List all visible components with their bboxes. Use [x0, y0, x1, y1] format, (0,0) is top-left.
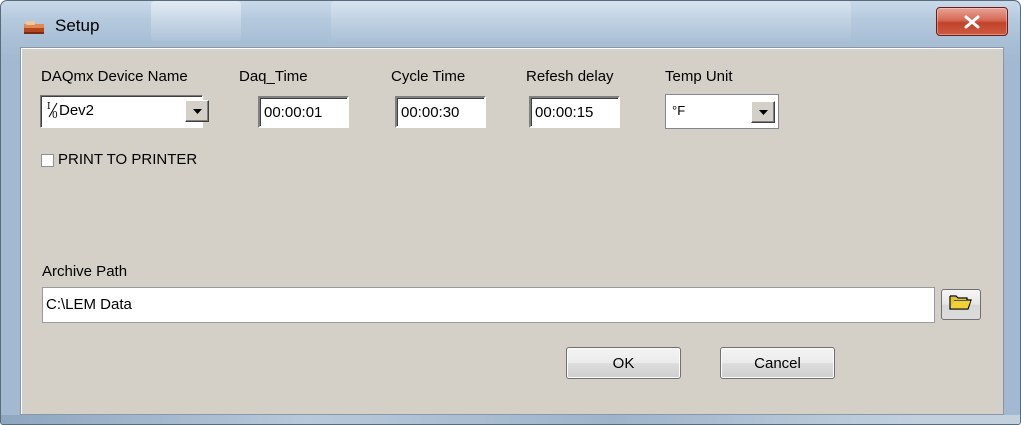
device-name-select[interactable]: I 0 Dev2	[40, 95, 209, 128]
print-to-printer-label[interactable]: PRINT TO PRINTER	[58, 151, 197, 168]
refresh-delay-input[interactable]: 00:00:15	[529, 96, 620, 128]
window-title: Setup	[55, 16, 100, 35]
temp-unit-dropdown-button[interactable]	[751, 101, 775, 123]
svg-text:0: 0	[52, 111, 58, 120]
archive-path-label: Archive Path	[42, 263, 128, 280]
daq-time-label: Daq_Time	[239, 68, 308, 85]
folder-open-icon	[949, 293, 973, 316]
daq-time-value: 00:00:01	[264, 104, 323, 121]
archive-path-value: C:\LEM Data	[46, 296, 132, 313]
cycle-time-label: Cycle Time	[391, 68, 466, 85]
cancel-button[interactable]: Cancel	[720, 347, 835, 379]
close-button[interactable]	[936, 7, 1008, 36]
device-name-label: DAQmx Device Name	[41, 68, 188, 85]
cycle-time-value: 00:00:30	[401, 104, 460, 121]
close-x-icon	[963, 15, 981, 29]
temp-unit-value: °F	[672, 103, 686, 118]
frame-bottom-edge	[1, 415, 1020, 424]
print-to-printer-checkbox[interactable]	[41, 154, 54, 167]
dialog-client-area: DAQmx Device Name I 0 Dev2 Daq_Time 00:0…	[20, 47, 1004, 415]
browse-folder-button[interactable]	[941, 289, 981, 320]
refresh-delay-label: Refesh delay	[526, 68, 614, 85]
ok-button[interactable]: OK	[566, 347, 681, 379]
daq-time-input[interactable]: 00:00:01	[258, 96, 349, 128]
device-name-value: Dev2	[59, 102, 95, 119]
io-channel-icon: I 0	[46, 100, 60, 122]
title-bar[interactable]: Setup	[1, 1, 1020, 43]
chevron-down-icon	[758, 103, 768, 121]
refresh-delay-value: 00:00:15	[535, 104, 594, 121]
archive-path-input[interactable]: C:\LEM Data	[42, 287, 935, 323]
cycle-time-input[interactable]: 00:00:30	[395, 96, 486, 128]
svg-text:I: I	[47, 102, 51, 112]
chevron-down-icon	[192, 102, 202, 120]
temp-unit-label: Temp Unit	[665, 68, 733, 85]
device-dropdown-button[interactable]	[185, 100, 209, 122]
setup-app-icon	[24, 21, 44, 35]
temp-unit-select[interactable]: °F	[665, 94, 779, 129]
setup-window: Setup DAQmx Device Name I 0 Dev2 Daq_Tim…	[0, 0, 1021, 425]
